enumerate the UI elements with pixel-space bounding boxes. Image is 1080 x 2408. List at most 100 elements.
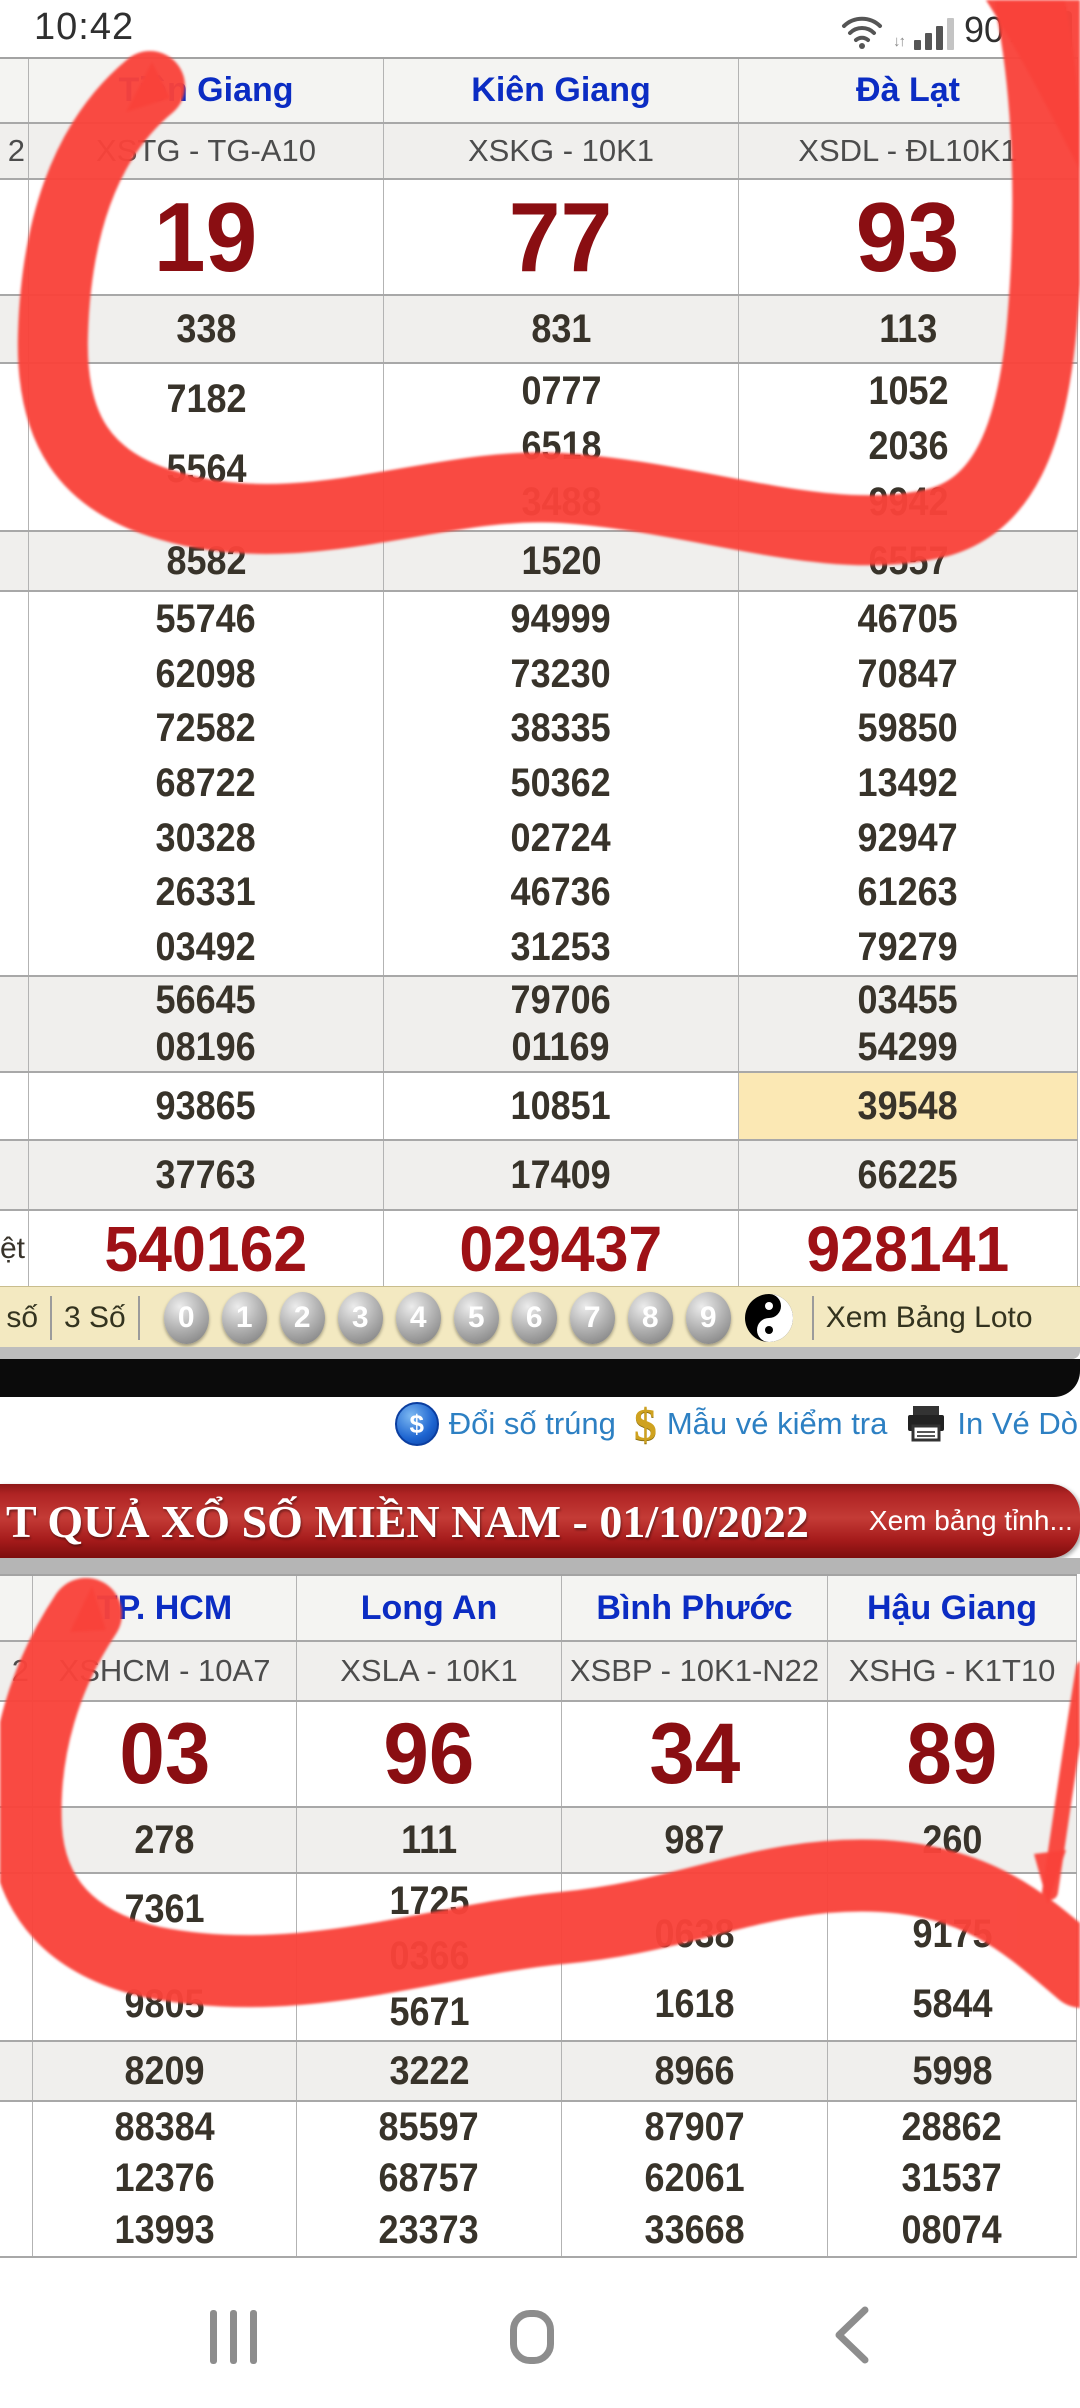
digit-button-0[interactable]: 0	[164, 1292, 209, 1344]
prize-number: 831	[531, 307, 591, 352]
digit-button-8[interactable]: 8	[628, 1292, 673, 1344]
stub-cell	[0, 1808, 33, 1872]
digit-button-9[interactable]: 9	[686, 1292, 731, 1344]
prize-number: 38335	[511, 706, 611, 751]
prize5-cell: 8209	[33, 2042, 297, 2100]
prize-number: 94999	[511, 597, 611, 642]
prize7-cell: 260	[828, 1808, 1077, 1872]
prize-number: 13993	[114, 2208, 214, 2253]
ticket-check-link[interactable]: $ Mẫu vé kiểm tra	[634, 1398, 888, 1451]
prize6-cell: 1725 0366 5671	[297, 1874, 562, 2040]
prize-number: 928141	[807, 1212, 1010, 1286]
divider	[138, 1296, 140, 1340]
prize-number: 03	[119, 1705, 210, 1804]
table-shadow-bar	[0, 1359, 1080, 1397]
prize-number: 72582	[156, 706, 256, 751]
prize-number: 08074	[902, 2208, 1002, 2253]
province-binh-phuoc[interactable]: Bình Phước	[562, 1576, 828, 1640]
prize2-cell-highlighted[interactable]: 39548	[739, 1073, 1078, 1139]
prize-number: 6518	[521, 424, 601, 469]
digit-button-5[interactable]: 5	[454, 1292, 499, 1344]
province-da-lat[interactable]: Đà Lạt	[739, 59, 1078, 122]
stub-cell	[0, 1576, 33, 1640]
digit-button-7[interactable]: 7	[570, 1292, 615, 1344]
prize-number: 70847	[858, 652, 958, 697]
view-province-board-link[interactable]: Xem bảng tỉnh...	[869, 1505, 1073, 1537]
draw-code: XSBP - 10K1-N22	[562, 1642, 828, 1700]
prize4-cell: 46705 70847 59850 13492 92947 61263 7927…	[739, 592, 1078, 975]
stub-label-fragment: ệt	[0, 1211, 29, 1286]
exchange-winning-link[interactable]: $ Đổi số trúng	[395, 1402, 616, 1446]
prize7-row: 278 111 987 260	[0, 1808, 1077, 1874]
prize-number: 8582	[166, 539, 246, 584]
prize7-cell: 831	[384, 296, 739, 362]
province-long-an[interactable]: Long An	[297, 1576, 562, 1640]
prize-number: 33668	[644, 2208, 744, 2253]
prize8-row: 19 77 93	[0, 180, 1078, 296]
stub-cell	[0, 296, 29, 362]
prize-number: 34	[649, 1705, 740, 1804]
signal-icon	[914, 18, 954, 50]
prize-number: 12376	[114, 2156, 214, 2201]
stub-date-fragment: 2	[0, 1642, 33, 1700]
prize-number: 96	[384, 1705, 475, 1804]
prize-number: 5998	[912, 2049, 992, 2094]
prize4-cell: 85597 68757 23373	[297, 2102, 562, 2256]
prize8-row: 03 96 34 89	[0, 1702, 1077, 1808]
yin-yang-icon[interactable]	[744, 1293, 794, 1343]
prize-number: 338	[176, 307, 236, 352]
prize-number: 62098	[156, 652, 256, 697]
prize7-cell: 113	[739, 296, 1078, 362]
prize7-row: 338 831 113	[0, 296, 1078, 364]
prize4-row: 55746 62098 72582 68722 30328 26331 0349…	[0, 592, 1078, 977]
stub-cell	[0, 532, 29, 590]
prize-number: 73230	[511, 652, 611, 697]
prize1-cell: 17409	[384, 1141, 739, 1209]
table-footer-strip	[0, 1347, 1080, 1359]
ticket-check-label: Mẫu vé kiểm tra	[667, 1406, 888, 1442]
draw-code-row: 2 XSHCM - 10A7 XSLA - 10K1 XSBP - 10K1-N…	[0, 1642, 1077, 1702]
prize-number: 0638	[654, 1912, 734, 1957]
prize-number: 31537	[902, 2156, 1002, 2201]
stub-cell	[0, 1073, 29, 1139]
prize-number: 30328	[156, 816, 256, 861]
prize-number: 1725	[389, 1879, 469, 1924]
prize7-cell: 987	[562, 1808, 828, 1872]
prize7-cell: 338	[29, 296, 384, 362]
digit-button-3[interactable]: 3	[338, 1292, 383, 1344]
view-loto-board-button[interactable]: Xem Bảng Loto	[826, 1301, 1033, 1335]
gold-dollar-icon: $	[634, 1398, 657, 1451]
prize-number: 17409	[511, 1153, 611, 1198]
digit-button-4[interactable]: 4	[396, 1292, 441, 1344]
two-digit-button-fragment[interactable]: số	[0, 1301, 38, 1335]
prize1-cell: 66225	[739, 1141, 1078, 1209]
prize-number: 88384	[114, 2105, 214, 2150]
province-tien-giang[interactable]: Tiền Giang	[29, 59, 384, 122]
prize6-cell: 0638 1618	[562, 1874, 828, 2040]
prize-number: 260	[922, 1818, 982, 1863]
draw-code: XSHG - K1T10	[828, 1642, 1077, 1700]
prize-number: 46705	[858, 597, 958, 642]
nav-back-button[interactable]	[832, 2306, 872, 2364]
three-digit-button[interactable]: 3 Số	[64, 1301, 126, 1335]
digit-button-6[interactable]: 6	[512, 1292, 557, 1344]
province-tphcm[interactable]: TP. HCM	[33, 1576, 297, 1640]
prize2-cell: 93865	[29, 1073, 384, 1139]
prize-number: 8966	[654, 2049, 734, 2094]
coin-dollar-icon: $	[395, 1402, 439, 1446]
prize5-cell: 5998	[828, 2042, 1077, 2100]
nav-home-button[interactable]	[510, 2310, 554, 2364]
prize5-row: 8209 3222 8966 5998	[0, 2042, 1077, 2102]
nav-recents-button[interactable]	[210, 2310, 257, 2364]
stub-cell	[0, 2042, 33, 2100]
digit-button-1[interactable]: 1	[222, 1292, 267, 1344]
prize5-cell: 8966	[562, 2042, 828, 2100]
print-ticket-link[interactable]: In Vé Dò	[905, 1404, 1078, 1444]
prize-number: 85597	[379, 2105, 479, 2150]
prize-number: 540162	[105, 1212, 308, 1286]
prize2-row: 93865 10851 39548	[0, 1073, 1078, 1141]
prize-number: 1052	[868, 369, 948, 414]
digit-button-2[interactable]: 2	[280, 1292, 325, 1344]
province-kien-giang[interactable]: Kiên Giang	[384, 59, 739, 122]
province-hau-giang[interactable]: Hậu Giang	[828, 1576, 1077, 1640]
